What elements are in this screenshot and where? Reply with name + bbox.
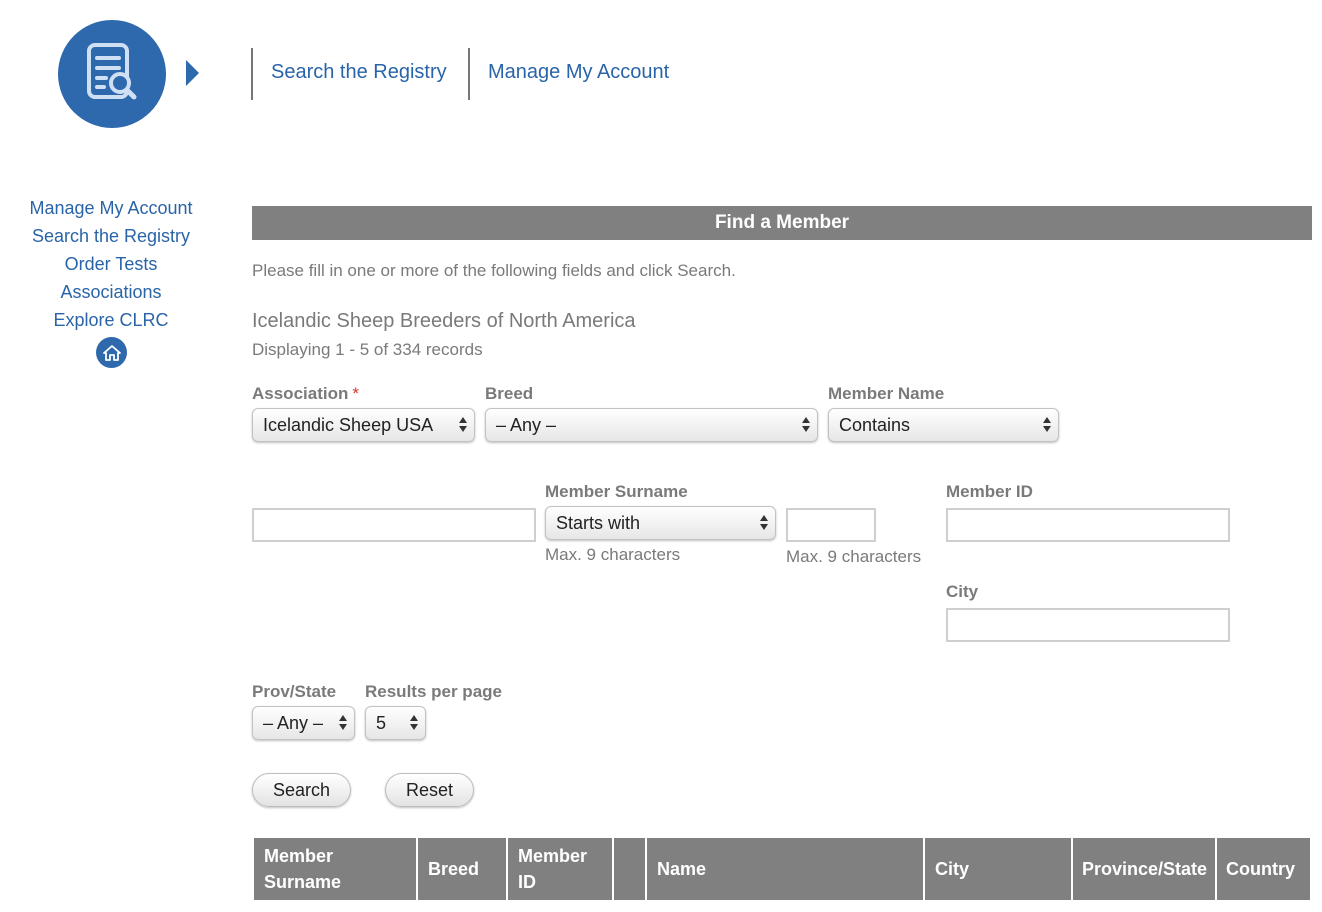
association-title: Icelandic Sheep Breeders of North Americ…: [252, 310, 636, 332]
required-marker: *: [352, 384, 359, 403]
find-member-header: Find a Member: [252, 206, 1312, 240]
chevron-right-icon: [186, 60, 199, 86]
select-arrows-icon: [339, 715, 347, 731]
column-header-blank: [614, 838, 645, 900]
registry-logo[interactable]: [58, 20, 166, 128]
select-arrows-icon: [760, 515, 768, 531]
member-name-mode-select[interactable]: Contains: [828, 408, 1059, 442]
select-arrows-icon: [802, 417, 810, 433]
breed-select-value: – Any –: [496, 415, 557, 435]
member-name-mode-value: Contains: [839, 415, 911, 435]
sidebar-item-search-registry[interactable]: Search the Registry: [0, 222, 222, 250]
reset-button[interactable]: Reset: [385, 773, 474, 807]
association-select[interactable]: Icelandic Sheep USA: [252, 408, 475, 442]
prov-state-select-value: – Any –: [263, 713, 324, 733]
surname-input-hint: Max. 9 characters: [786, 547, 922, 566]
sidebar-item-order-tests[interactable]: Order Tests: [0, 250, 222, 278]
column-header-member-surname[interactable]: Member Surname: [254, 838, 416, 900]
prov-state-label: Prov/State: [252, 682, 337, 701]
search-button[interactable]: Search: [252, 773, 351, 807]
record-count: Displaying 1 - 5 of 334 records: [252, 340, 483, 359]
member-id-input[interactable]: [946, 508, 1230, 542]
member-name-label: Member Name: [828, 384, 945, 403]
city-input[interactable]: [946, 608, 1230, 642]
column-header-country[interactable]: Country: [1217, 838, 1310, 900]
breed-label: Breed: [485, 384, 534, 403]
select-arrows-icon: [410, 715, 418, 731]
sidebar-item-manage-account[interactable]: Manage My Account: [0, 194, 222, 222]
sidebar-item-associations[interactable]: Associations: [0, 278, 222, 306]
association-label: Association *: [252, 384, 359, 403]
city-label: City: [946, 582, 979, 601]
select-arrows-icon: [1043, 417, 1051, 433]
topnav-search-registry[interactable]: Search the Registry: [271, 61, 447, 84]
home-button[interactable]: [96, 337, 127, 368]
results-per-page-label: Results per page: [365, 682, 502, 701]
select-arrows-icon: [459, 417, 467, 433]
results-per-page-value: 5: [376, 713, 387, 733]
column-header-city[interactable]: City: [925, 838, 1071, 900]
column-header-breed[interactable]: Breed: [418, 838, 506, 900]
document-search-icon: [87, 43, 137, 100]
column-header-name[interactable]: Name: [647, 838, 923, 900]
breed-select[interactable]: – Any –: [485, 408, 818, 442]
association-select-value: Icelandic Sheep USA: [263, 415, 434, 435]
member-surname-input[interactable]: [786, 508, 876, 542]
member-surname-mode-select[interactable]: Starts with: [545, 506, 776, 540]
topnav-manage-account[interactable]: Manage My Account: [488, 61, 669, 84]
sidebar-item-explore-clrc[interactable]: Explore CLRC: [0, 306, 222, 334]
column-header-member-id[interactable]: Member ID: [508, 838, 612, 900]
member-id-label: Member ID: [946, 482, 1033, 501]
form-instructions: Please fill in one or more of the follow…: [252, 261, 736, 280]
column-header-province-state[interactable]: Province/State: [1073, 838, 1215, 900]
results-per-page-select[interactable]: 5: [365, 706, 426, 740]
topnav-divider: [251, 48, 253, 100]
surname-mode-hint: Max. 9 characters: [545, 545, 681, 564]
topnav-divider: [468, 48, 470, 100]
member-surname-label: Member Surname: [545, 482, 688, 501]
member-name-input[interactable]: [252, 508, 536, 542]
member-surname-mode-value: Starts with: [556, 513, 641, 533]
home-icon: [102, 344, 121, 361]
prov-state-select[interactable]: – Any –: [252, 706, 355, 740]
